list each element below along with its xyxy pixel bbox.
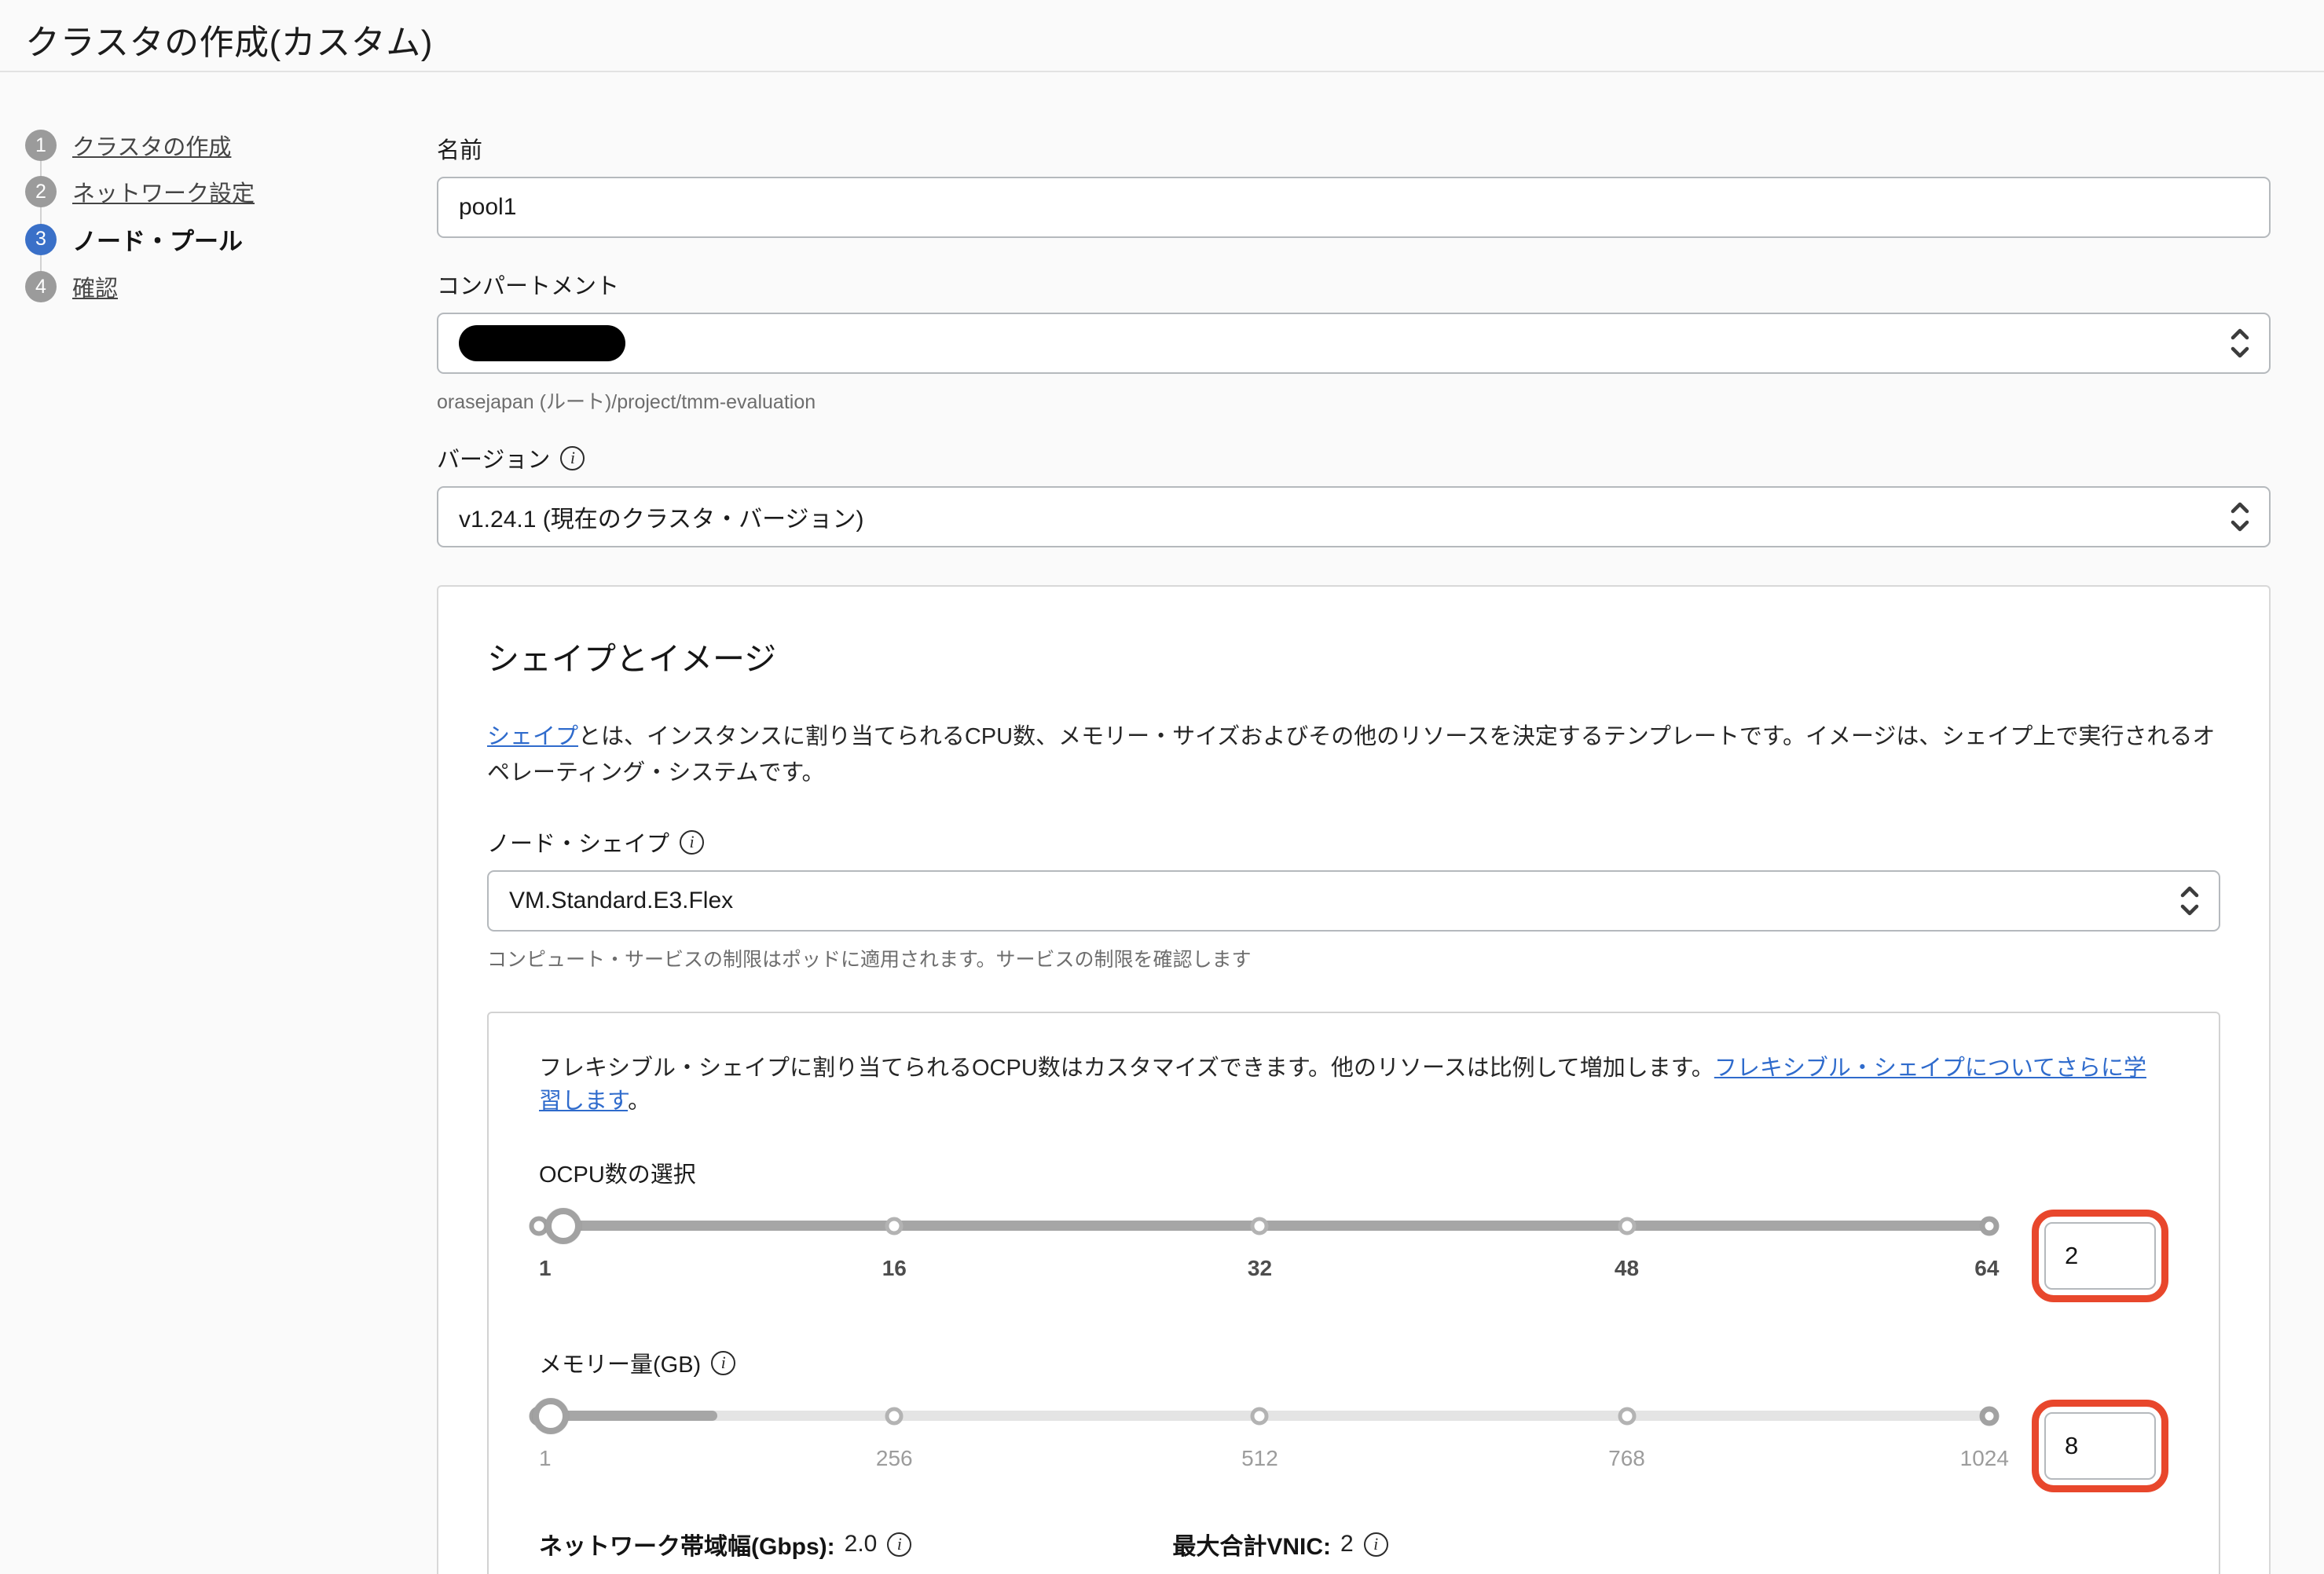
memory-slider-handle[interactable] <box>533 1398 569 1434</box>
stepper-step-node-pool: 3 ノード・プール <box>25 221 402 257</box>
memory-gb-input[interactable] <box>2044 1412 2156 1480</box>
memory-tick-labels: 1 256 512 768 1024 <box>539 1446 1989 1474</box>
ocpu-slider-tick <box>885 1217 904 1235</box>
memory-slider-track[interactable] <box>539 1411 1989 1421</box>
tick-label: 256 <box>876 1446 913 1471</box>
stepper-step-confirm[interactable]: 4 確認 <box>25 270 402 303</box>
shape-link[interactable]: シェイプ <box>487 724 578 749</box>
version-select[interactable]: v1.24.1 (現在のクラスタ・バージョン) <box>437 486 2271 547</box>
name-input[interactable] <box>437 177 2271 238</box>
info-icon[interactable]: i <box>887 1532 911 1557</box>
name-label: 名前 <box>437 132 2271 165</box>
step-number-badge: 1 <box>25 130 57 161</box>
tick-label: 16 <box>882 1256 907 1281</box>
memory-slider-max-dot <box>1980 1406 2000 1426</box>
tick-label: 64 <box>1974 1256 1999 1281</box>
section-heading: シェイプとイメージ <box>487 632 2220 679</box>
step-number-badge: 2 <box>25 176 57 207</box>
compartment-label: コンパートメント <box>437 268 2271 301</box>
node-shape-hint: コンピュート・サービスの制限はポッドに適用されます。サービスの制限を確認します <box>487 944 2220 972</box>
max-vnic-value: 2 <box>1340 1531 1354 1558</box>
page-header: クラスタの作成(カスタム) <box>0 0 2324 72</box>
chevron-updown-icon <box>2178 883 2201 919</box>
ocpu-count-input[interactable] <box>2044 1222 2156 1290</box>
stepper-step-network[interactable]: 2 ネットワーク設定 <box>25 175 402 208</box>
compartment-select[interactable] <box>437 313 2271 374</box>
memory-slider-tick <box>885 1407 904 1425</box>
step-label[interactable]: 確認 <box>72 270 118 303</box>
step-number-badge: 4 <box>25 271 57 302</box>
ocpu-slider-handle[interactable] <box>545 1208 581 1244</box>
ocpu-slider-tick <box>1251 1217 1269 1235</box>
tick-label: 512 <box>1241 1446 1278 1471</box>
node-shape-selected-value: VM.Standard.E3.Flex <box>509 888 733 914</box>
section-description: シェイプとは、インスタンスに割り当てられるCPU数、メモリー・サイズおよびその他… <box>487 719 2220 791</box>
shape-and-image-section: シェイプとイメージ シェイプとは、インスタンスに割り当てられるCPU数、メモリー… <box>437 585 2271 1574</box>
chevron-updown-icon <box>2228 325 2252 361</box>
version-selected-value: v1.24.1 (現在のクラスタ・バージョン) <box>459 500 864 534</box>
tick-label: 48 <box>1615 1256 1639 1281</box>
flexible-shape-panel: フレキシブル・シェイプに割り当てられるOCPU数はカスタマイズできます。他のリソ… <box>487 1012 2220 1574</box>
info-icon[interactable]: i <box>1364 1532 1388 1557</box>
tick-label: 1024 <box>1960 1446 2009 1471</box>
ocpu-tick-labels: 1 16 32 48 64 <box>539 1256 1989 1284</box>
network-bandwidth-value: 2.0 <box>845 1531 878 1558</box>
memory-slider-tick <box>1618 1407 1636 1425</box>
tick-label: 1 <box>539 1446 552 1471</box>
tick-label: 32 <box>1248 1256 1272 1281</box>
version-label: バージョン <box>437 441 550 474</box>
page-title: クラスタの作成(カスタム) <box>25 14 2324 64</box>
chevron-updown-icon <box>2228 499 2252 535</box>
wizard-stepper: 1 クラスタの作成 2 ネットワーク設定 3 ノード・プール 4 確認 <box>25 129 402 317</box>
ocpu-slider-track[interactable] <box>539 1221 1989 1231</box>
stepper-connector-line <box>40 145 42 283</box>
ocpu-value-annotation-ring <box>2032 1210 2168 1302</box>
flexible-shape-intro: フレキシブル・シェイプに割り当てられるOCPU数はカスタマイズできます。他のリソ… <box>539 1049 2168 1115</box>
info-icon[interactable]: i <box>560 446 585 470</box>
intro-suffix: 。 <box>628 1089 651 1114</box>
flexible-shape-intro-text: フレキシブル・シェイプに割り当てられるOCPU数はカスタマイズできます。他のリソ… <box>539 1056 1714 1081</box>
network-bandwidth-label: ネットワーク帯域幅(Gbps): <box>539 1527 835 1561</box>
redacted-compartment-value <box>459 325 625 361</box>
max-vnic-label: 最大合計VNIC: <box>1172 1527 1331 1561</box>
node-shape-label: ノード・シェイプ <box>487 825 669 858</box>
step-label[interactable]: クラスタの作成 <box>72 129 231 162</box>
tick-label: 1 <box>539 1256 552 1281</box>
ocpu-slider-tick <box>1618 1217 1636 1235</box>
node-shape-select[interactable]: VM.Standard.E3.Flex <box>487 870 2220 932</box>
step-label[interactable]: ネットワーク設定 <box>72 175 255 208</box>
step-number-badge: 3 <box>25 224 57 255</box>
tick-label: 768 <box>1608 1446 1645 1471</box>
memory-slider-label: メモリー量(GB) <box>539 1346 701 1379</box>
memory-value-annotation-ring <box>2032 1400 2168 1492</box>
stepper-step-create-cluster[interactable]: 1 クラスタの作成 <box>25 129 402 162</box>
ocpu-slider-max-dot <box>1980 1216 2000 1235</box>
memory-slider-tick <box>1251 1407 1269 1425</box>
ocpu-slider-label: OCPU数の選択 <box>539 1156 2168 1189</box>
info-icon[interactable]: i <box>711 1351 735 1375</box>
description-text: とは、インスタンスに割り当てられるCPU数、メモリー・サイズおよびその他のリソー… <box>487 724 2215 785</box>
info-icon[interactable]: i <box>680 830 704 855</box>
step-label: ノード・プール <box>72 221 243 257</box>
compartment-path-hint: orasejapan (ルート)/project/tmm-evaluation <box>437 386 2271 415</box>
